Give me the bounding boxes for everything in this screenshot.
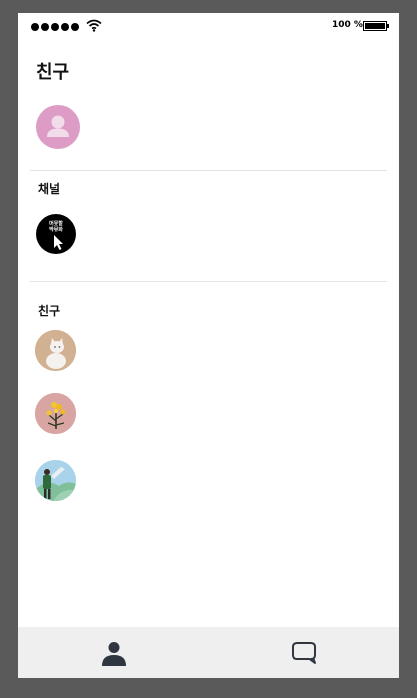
flower-icon xyxy=(35,393,76,434)
channel-item[interactable]: 머뭇할 딱뮤화 xyxy=(36,214,76,254)
tab-friends[interactable] xyxy=(84,627,144,678)
signal-strength-icon xyxy=(31,23,79,31)
status-bar: 100 % xyxy=(18,13,399,39)
my-profile-avatar[interactable] xyxy=(36,105,80,149)
page-title: 친구 xyxy=(36,62,70,83)
friend-avatar[interactable] xyxy=(35,330,76,371)
section-label-channel: 채널 xyxy=(38,182,61,196)
wifi-icon xyxy=(86,19,102,32)
battery-percent: 100 % xyxy=(332,20,363,30)
cursor-icon xyxy=(54,235,63,250)
battery-icon xyxy=(363,21,389,31)
hiker-icon xyxy=(35,460,76,501)
person-icon xyxy=(102,641,126,666)
phone-screen: 100 % 친구 채널 머뭇할 딱뮤화 친구 xyxy=(18,13,399,678)
person-icon xyxy=(47,115,69,137)
friend-avatar[interactable] xyxy=(35,393,76,434)
divider xyxy=(30,281,387,282)
bottom-tab-bar xyxy=(18,627,399,678)
divider xyxy=(30,170,387,171)
cat-icon xyxy=(35,330,76,371)
friend-avatar[interactable] xyxy=(35,460,76,501)
chat-bubble-icon xyxy=(292,641,316,664)
section-label-friends: 친구 xyxy=(38,304,61,318)
tab-chat[interactable] xyxy=(274,627,334,678)
